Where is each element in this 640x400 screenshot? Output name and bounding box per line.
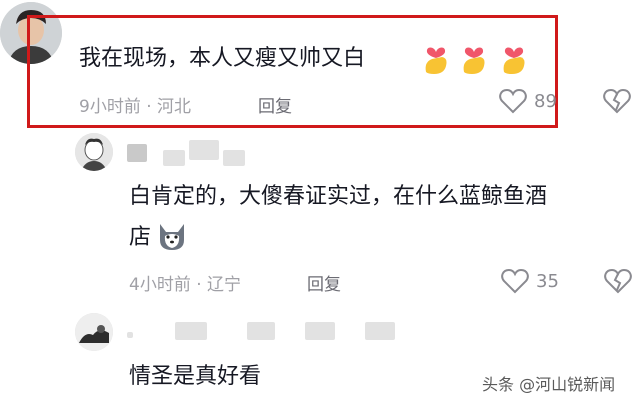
comment1-time-location: 9小时前 · 河北 — [79, 97, 192, 117]
comment1-dislike-icon[interactable] — [602, 86, 632, 116]
husky-dog-emoji — [160, 224, 184, 250]
comment1-text-row: 我在现场，本人又瘦又帅又白 — [79, 44, 365, 74]
comment2-username-blurred[interactable] — [127, 140, 247, 166]
comment2-time-location: 4小时前 · 辽宁 — [129, 275, 242, 295]
comment3-username-blurred[interactable] — [127, 320, 417, 342]
comment2-text-line2: 店 — [129, 225, 152, 250]
watermark: 头条 @河山锐新闻 — [482, 371, 616, 395]
comment1-like-icon[interactable] — [498, 86, 528, 116]
comment3-avatar[interactable] — [75, 313, 113, 351]
comment2-like-icon[interactable] — [500, 266, 530, 296]
comment2-avatar[interactable] — [75, 133, 113, 171]
comment1-reply-button[interactable]: 回复 — [258, 92, 292, 117]
finger-heart-emoji — [425, 47, 447, 74]
comment1-like-count: 89 — [534, 91, 557, 112]
finger-heart-emoji — [463, 47, 485, 74]
comment2-text-line1: 白肯定的，大傻春证实过，在什么蓝鲸鱼酒 — [129, 184, 548, 209]
comment3-text: 情圣是真好看 — [129, 364, 262, 389]
comment2-like-count: 35 — [536, 271, 559, 292]
comment2-reply-button[interactable]: 回复 — [307, 270, 341, 295]
comment2-text-line2-row: 店 — [129, 223, 151, 253]
comment2-dislike-icon[interactable] — [603, 266, 633, 296]
comment1-emoji-row — [420, 42, 530, 78]
finger-heart-emoji — [503, 47, 525, 74]
comment1-text: 我在现场，本人又瘦又帅又白 — [79, 46, 366, 71]
